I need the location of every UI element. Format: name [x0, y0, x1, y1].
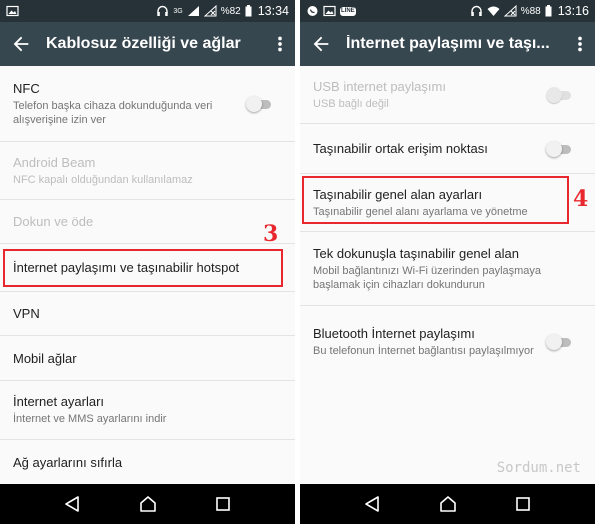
list-item-one-touch-hotspot[interactable]: Tek dokunuşla taşınabilir genel alan Mob…	[300, 232, 595, 306]
status-time: 13:34	[257, 4, 289, 18]
battery-icon	[545, 5, 552, 17]
nav-back-icon[interactable]	[63, 494, 83, 514]
cell-signal-icon	[187, 6, 199, 16]
nav-home-icon[interactable]	[438, 494, 458, 514]
line-app-icon: LINE	[340, 6, 356, 16]
app-bar: İnternet paylaşımı ve taşı...	[300, 22, 595, 66]
navigation-bar	[0, 484, 295, 524]
item-subtitle: Mobil bağlantınızı Wi-Fi üzerinden payla…	[313, 264, 542, 291]
list-item-reset-network[interactable]: Ağ ayarlarını sıfırla	[0, 440, 295, 484]
more-options-icon[interactable]	[573, 33, 587, 55]
item-title: Dokun ve öde	[13, 214, 94, 229]
list-item-tap-and-pay: Dokun ve öde	[0, 200, 295, 244]
status-time: 13:16	[557, 4, 589, 18]
watermark: Sordum.net	[496, 460, 581, 476]
nav-back-icon[interactable]	[363, 494, 383, 514]
item-title: Tek dokunuşla taşınabilir genel alan	[313, 245, 519, 261]
back-arrow-icon[interactable]	[10, 33, 32, 55]
item-title: Taşınabilir ortak erişim noktası	[313, 141, 488, 156]
page-title: Kablosuz özelliği ve ağlar	[46, 35, 241, 52]
item-subtitle: Taşınabilir genel alanı ayarlama ve yöne…	[313, 205, 528, 218]
more-options-icon[interactable]	[273, 33, 287, 55]
battery-icon	[245, 5, 252, 17]
nav-home-icon[interactable]	[138, 494, 158, 514]
item-title: Mobil ağlar	[13, 350, 77, 366]
item-title: USB internet paylaşımı	[313, 78, 446, 94]
nav-recents-icon[interactable]	[513, 494, 533, 514]
navigation-bar	[300, 484, 595, 524]
list-item-tethering-hotspot[interactable]: İnternet paylaşımı ve taşınabilir hotspo…	[0, 244, 295, 292]
item-title: Bluetooth İnternet paylaşımı	[313, 326, 475, 341]
item-subtitle: USB bağlı değil	[313, 97, 389, 110]
item-title: Android Beam	[13, 154, 96, 170]
nfc-toggle[interactable]	[246, 95, 272, 112]
settings-list: NFC Telefon başka cihaza dokunduğunda ve…	[0, 66, 295, 484]
headphones-icon	[471, 5, 482, 16]
list-item-hotspot-settings[interactable]: Taşınabilir genel alan ayarları Taşınabi…	[300, 174, 595, 232]
list-item-portable-hotspot[interactable]: Taşınabilir ortak erişim noktası	[300, 124, 595, 174]
list-item-internet-settings[interactable]: İnternet ayarları İnternet ve MMS ayarla…	[0, 381, 295, 440]
item-title: Ağ ayarlarını sıfırla	[13, 454, 123, 470]
headphones-icon	[157, 5, 169, 16]
settings-list: USB internet paylaşımı USB bağlı değil T…	[300, 66, 595, 378]
item-title: VPN	[13, 306, 40, 321]
left-phone-screen: 3G %82 13:34 Kablosuz özelliği ve ağlar …	[0, 0, 295, 524]
nav-recents-icon[interactable]	[213, 494, 233, 514]
app-bar: Kablosuz özelliği ve ağlar	[0, 22, 295, 66]
wifi-icon	[487, 6, 500, 16]
usb-tethering-toggle	[546, 86, 572, 103]
gallery-notification-icon	[6, 5, 19, 17]
page-title: İnternet paylaşımı ve taşı...	[346, 35, 550, 52]
back-arrow-icon[interactable]	[310, 33, 332, 55]
portable-hotspot-toggle[interactable]	[546, 140, 572, 157]
item-subtitle: NFC kapalı olduğundan kullanılamaz	[13, 173, 193, 186]
network-type-label: 3G	[173, 7, 183, 15]
gallery-notification-icon	[323, 5, 336, 17]
whatsapp-notification-icon	[307, 6, 318, 16]
item-title: İnternet ayarları	[13, 394, 105, 409]
bluetooth-tethering-toggle[interactable]	[546, 334, 572, 350]
status-bar: 3G %82 13:34	[0, 0, 295, 22]
status-bar: LINE %88 13:16	[300, 0, 595, 22]
step-number-label: 4	[573, 186, 589, 212]
item-title: NFC	[13, 80, 40, 96]
item-subtitle: Telefon başka cihaza dokunduğunda veri a…	[13, 99, 213, 126]
list-item-android-beam: Android Beam NFC kapalı olduğundan kulla…	[0, 142, 295, 200]
list-item-usb-tethering: USB internet paylaşımı USB bağlı değil	[300, 66, 595, 124]
item-title: İnternet paylaşımı ve taşınabilir hotspo…	[13, 260, 240, 275]
list-item-nfc[interactable]: NFC Telefon başka cihaza dokunduğunda ve…	[0, 66, 295, 142]
item-subtitle: İnternet ve MMS ayarlarını indir	[13, 413, 167, 425]
right-phone-screen: LINE %88 13:16 İnternet paylaşımı ve taş…	[300, 0, 595, 524]
battery-percent: %82	[220, 5, 241, 17]
no-sim-signal-icon	[203, 5, 217, 17]
list-item-mobile-networks[interactable]: Mobil ağlar	[0, 336, 295, 381]
step-number-label: 3	[263, 221, 279, 247]
list-item-bluetooth-tethering[interactable]: Bluetooth İnternet paylaşımı Bu telefonu…	[300, 306, 595, 378]
item-subtitle: Bu telefonun İnternet bağlantısı paylaşı…	[313, 345, 534, 357]
no-sim-signal-icon	[503, 5, 517, 17]
item-title: Taşınabilir genel alan ayarları	[313, 186, 483, 202]
list-item-vpn[interactable]: VPN	[0, 292, 295, 336]
battery-percent: %88	[520, 5, 541, 17]
